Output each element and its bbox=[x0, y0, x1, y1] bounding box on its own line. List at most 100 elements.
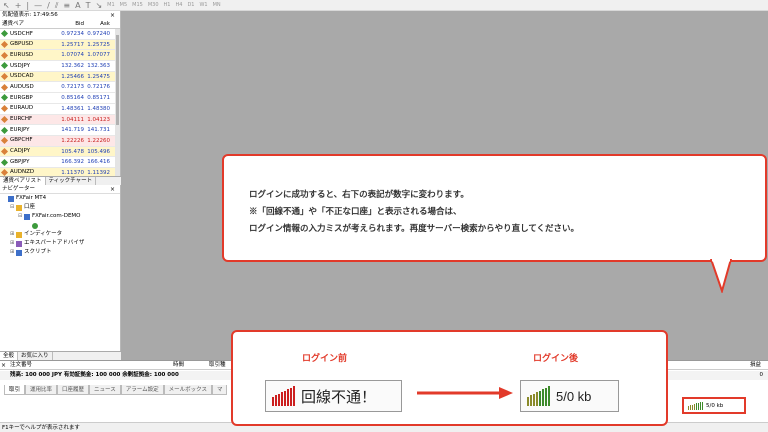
timeframe-h1[interactable]: H1 bbox=[164, 0, 171, 11]
tab-symbols[interactable]: 通貨ペアリスト bbox=[0, 177, 46, 185]
expand-icon[interactable]: ⊟ bbox=[18, 212, 23, 221]
tab-tick-chart[interactable]: ティックチャート bbox=[46, 177, 97, 185]
navigator-title: ナビゲーター × bbox=[0, 185, 120, 194]
timeframe-m5[interactable]: M5 bbox=[120, 0, 128, 11]
status-after-box: 5/0 kb bbox=[520, 380, 619, 412]
timeframe-m15[interactable]: M15 bbox=[132, 0, 143, 11]
table-row[interactable]: CADJPY 105.478 105.496 bbox=[0, 146, 120, 158]
close-icon[interactable]: × bbox=[110, 185, 115, 194]
diamond-icon bbox=[0, 137, 9, 145]
expand-icon[interactable]: ⊞ bbox=[10, 248, 15, 257]
timeframe-mn[interactable]: MN bbox=[213, 0, 221, 11]
horizontal-line-icon[interactable]: — bbox=[34, 0, 42, 11]
tab-favorites[interactable]: お気に入り bbox=[18, 352, 53, 360]
signal-bar bbox=[539, 390, 541, 406]
header-symbol[interactable]: 通貨ペア bbox=[0, 20, 60, 28]
terminal-tab[interactable]: 取引 bbox=[4, 385, 26, 395]
timeframe-m1[interactable]: M1 bbox=[107, 0, 115, 11]
table-row[interactable]: GBPUSD 1.25717 1.25725 bbox=[0, 39, 120, 51]
table-row[interactable]: EURCHF 1.04111 1.04123 bbox=[0, 114, 120, 126]
symbol-cell: GBPCHF bbox=[0, 136, 60, 146]
signal-bar bbox=[293, 386, 295, 406]
table-row[interactable]: EURAUD 1.48361 1.48380 bbox=[0, 104, 120, 115]
ask-cell: 1.25475 bbox=[87, 73, 110, 80]
signal-bar bbox=[702, 401, 703, 410]
after-login-label: ログイン後 bbox=[533, 353, 579, 363]
navigator-item[interactable]: ⊞ インディケータ bbox=[0, 230, 120, 239]
terminal-tab[interactable]: 口座履歴 bbox=[57, 385, 90, 395]
cursor-icon[interactable]: ↖ bbox=[3, 0, 10, 11]
status-before-box: 回線不通！ bbox=[265, 380, 402, 412]
channel-icon[interactable]: ⫽ bbox=[55, 0, 59, 11]
label-icon[interactable]: T bbox=[86, 0, 91, 11]
terminal-tab[interactable]: ニュース bbox=[89, 385, 121, 395]
table-row[interactable]: AUDUSD 0.72173 0.72176 bbox=[0, 82, 120, 94]
timeframe-h4[interactable]: H4 bbox=[176, 0, 183, 11]
close-icon[interactable]: × bbox=[110, 11, 115, 20]
terminal-tab[interactable]: 運用比率 bbox=[25, 385, 58, 395]
tab-general[interactable]: 全般 bbox=[0, 352, 19, 360]
connection-status[interactable]: 5/0 kb bbox=[682, 397, 746, 414]
navigator-item[interactable]: ⊟ FXFair.com-DEMO bbox=[0, 212, 120, 221]
header-type[interactable]: 取引種 bbox=[209, 361, 226, 370]
ask-cell: 0.85171 bbox=[87, 95, 110, 102]
table-row[interactable]: EURGBP 0.85164 0.85171 bbox=[0, 93, 120, 104]
symbol-cell: GBPJPY bbox=[0, 157, 60, 167]
ask-cell: 0.97240 bbox=[87, 31, 110, 37]
header-order[interactable]: 注文番号 bbox=[10, 361, 32, 370]
arrow-tool-icon[interactable]: ↘ bbox=[95, 0, 102, 11]
bid-cell: 105.478 bbox=[61, 148, 84, 155]
expand-icon[interactable]: ⊟ bbox=[10, 203, 15, 212]
vertical-line-icon[interactable]: | bbox=[26, 0, 29, 11]
header-time[interactable]: 時間 bbox=[173, 361, 184, 370]
table-row[interactable]: GBPCHF 1.22226 1.22260 bbox=[0, 135, 120, 147]
market-watch-title: 気配値表示: 17:49:56 × bbox=[0, 11, 120, 20]
help-text: F1キーでヘルプが表示されます bbox=[2, 425, 80, 431]
timeframe-w1[interactable]: W1 bbox=[199, 0, 207, 11]
table-row[interactable]: USDCAD 1.25466 1.25475 bbox=[0, 71, 120, 83]
expand-icon[interactable]: ⊞ bbox=[10, 239, 15, 248]
navigator-item[interactable] bbox=[0, 221, 120, 230]
bid-cell: 1.07074 bbox=[61, 52, 84, 59]
bid-cell: 1.22226 bbox=[61, 137, 84, 144]
navigator-item[interactable]: ⊟ 口座 bbox=[0, 203, 120, 212]
table-row[interactable]: EURJPY 141.719 141.731 bbox=[0, 125, 120, 136]
header-bid[interactable]: Bid bbox=[60, 20, 84, 28]
ask-cell: 1.48380 bbox=[87, 105, 110, 112]
terminal-tab[interactable]: アラーム設定 bbox=[120, 385, 164, 395]
close-icon[interactable]: × bbox=[1, 361, 6, 370]
header-profit[interactable]: 損益 bbox=[750, 361, 761, 370]
diamond-icon bbox=[0, 105, 9, 113]
terminal-tab[interactable]: メールボックス bbox=[163, 385, 212, 395]
crosshair-icon[interactable]: + bbox=[15, 0, 22, 11]
navigator-item[interactable]: FXFair MT4 bbox=[0, 194, 120, 203]
table-row[interactable]: USDJPY 132.362 132.363 bbox=[0, 61, 120, 72]
signal-bars-icon bbox=[527, 386, 550, 406]
toolbar: ↖ + | — / ⫽ ≡ A T ↘ M1 M5 M15 M30 H1 H4 … bbox=[0, 0, 768, 11]
navigator-item[interactable]: ⊞ エキスパートアドバイザ bbox=[0, 239, 120, 248]
trendline-icon[interactable]: / bbox=[47, 0, 50, 11]
timeframe-m30[interactable]: M30 bbox=[148, 0, 159, 11]
ask-cell: 132.363 bbox=[87, 63, 110, 70]
callout-line-3: ログイン情報の入力ミスが考えられます。再度サーバー検索からやり直してください。 bbox=[249, 223, 580, 233]
timeframe-d1[interactable]: D1 bbox=[187, 0, 194, 11]
text-icon[interactable]: A bbox=[75, 0, 80, 11]
ask-cell: 105.496 bbox=[87, 148, 110, 155]
bid-cell: 0.85164 bbox=[61, 95, 84, 102]
terminal-tab[interactable]: マ bbox=[211, 385, 228, 395]
table-row[interactable]: EURUSD 1.07074 1.07077 bbox=[0, 50, 120, 62]
header-ask[interactable]: Ask bbox=[84, 20, 110, 28]
blue-folder-icon bbox=[24, 213, 30, 220]
signal-bar bbox=[698, 402, 699, 410]
signal-bar bbox=[700, 402, 701, 410]
scrollbar[interactable] bbox=[115, 29, 120, 179]
scrollbar-thumb[interactable] bbox=[116, 35, 119, 125]
table-row[interactable]: USDCHF 0.97234 0.97240 bbox=[0, 29, 120, 40]
signal-bar bbox=[275, 395, 277, 406]
signal-bar bbox=[284, 390, 286, 406]
fibonacci-icon[interactable]: ≡ bbox=[63, 0, 70, 11]
table-row[interactable]: GBPJPY 166.392 166.416 bbox=[0, 157, 120, 168]
navigator-item[interactable]: ⊞ スクリプト bbox=[0, 248, 120, 257]
expand-icon[interactable]: ⊞ bbox=[10, 230, 15, 239]
blue-folder-icon bbox=[16, 249, 22, 256]
